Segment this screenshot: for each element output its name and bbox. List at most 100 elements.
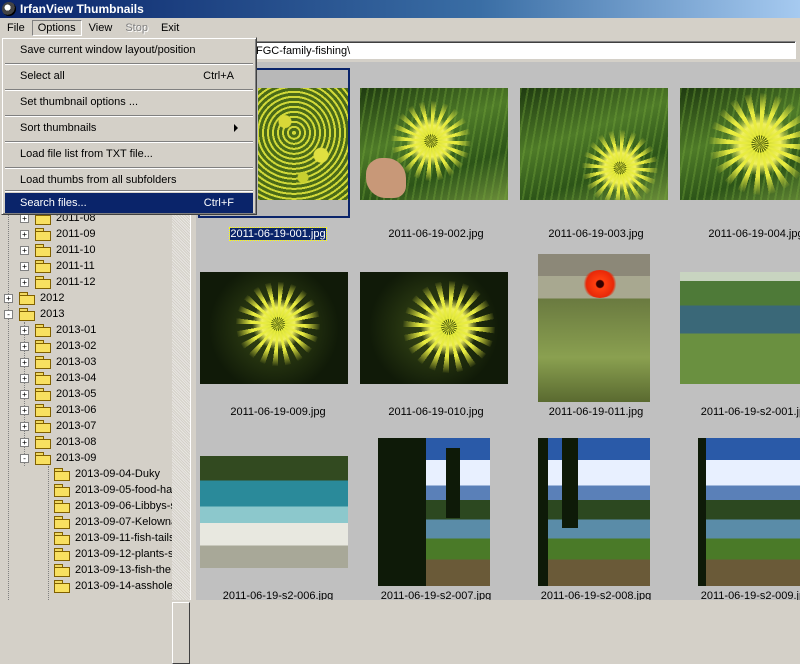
path-field[interactable]: FGC-family-fishing\ <box>230 41 796 59</box>
expand-icon[interactable]: + <box>20 373 29 383</box>
expand-icon[interactable]: + <box>20 421 29 431</box>
expand-icon[interactable]: + <box>20 325 29 335</box>
thumbnail-image[interactable] <box>200 456 348 568</box>
thumbnail-grid[interactable]: 2011-06-19-001.jpg 2011-06-19-002.jpg 20… <box>196 62 800 600</box>
menu-item-thumbnail-options[interactable]: Set thumbnail options ... <box>5 92 253 112</box>
thumbnail-item[interactable]: 2011-06-19-s2-008.jpg <box>518 438 674 600</box>
title-bar[interactable]: IrfanView Thumbnails <box>0 0 800 18</box>
tree-item[interactable]: 2013-09-07-Kelowna <box>46 514 172 530</box>
tree-item[interactable]: +2013-06 <box>20 402 97 418</box>
tree-item-label: 2013-09-11-fish-tails <box>75 532 172 544</box>
tree-item-label: 2013-07 <box>56 420 97 432</box>
tree-item-label: 2013-09 <box>56 452 97 464</box>
menu-item-select-all[interactable]: Select all Ctrl+A <box>5 66 253 86</box>
tree-item-label: 2013-09-06-Libbys-s <box>75 500 172 512</box>
folder-icon <box>35 420 51 433</box>
tree-item[interactable]: +2013-01 <box>20 322 97 338</box>
tree-item-label: 2011-10 <box>56 244 96 256</box>
expand-icon[interactable]: + <box>20 405 29 415</box>
menu-stop[interactable]: Stop <box>119 20 154 36</box>
irfanview-app-icon[interactable] <box>2 2 16 16</box>
thumbnail-image[interactable] <box>698 438 800 586</box>
tree-item-label: 2013-06 <box>56 404 97 416</box>
folder-icon <box>35 436 51 449</box>
thumbnail-image[interactable] <box>538 254 650 402</box>
thumbnail-item[interactable]: 2011-06-19-002.jpg <box>358 70 514 248</box>
tree-item[interactable]: - 2013 <box>4 306 65 322</box>
thumbnail-image[interactable] <box>200 272 348 384</box>
tree-item[interactable]: +2013-07 <box>20 418 97 434</box>
thumbnail-image[interactable] <box>680 88 800 200</box>
folder-icon <box>35 260 51 273</box>
tree-item[interactable]: 2013-09-12-plants-s <box>46 546 172 562</box>
menu-options[interactable]: Options <box>31 19 82 36</box>
expand-icon[interactable]: + <box>20 261 29 271</box>
menu-file[interactable]: File <box>1 20 31 36</box>
tree-item[interactable]: 2013-09-05-food-ha <box>46 482 172 498</box>
menu-exit[interactable]: Exit <box>155 20 185 36</box>
tree-item[interactable]: +2013-05 <box>20 386 97 402</box>
folder-icon <box>54 468 70 481</box>
expand-icon[interactable]: + <box>20 389 29 399</box>
folder-icon <box>54 516 70 529</box>
thumbnail-image[interactable] <box>360 88 508 200</box>
thumbnail-image[interactable] <box>258 88 348 200</box>
thumbnail-image[interactable] <box>520 88 668 200</box>
folder-icon <box>54 532 70 545</box>
tree-item[interactable]: +2011-11 <box>20 258 96 274</box>
folder-icon <box>35 228 51 241</box>
thumbnail-item[interactable]: 2011-06-19-004.jpg <box>678 70 800 248</box>
tree-item[interactable]: +2011-09 <box>20 226 97 242</box>
thumbnail-image[interactable] <box>378 438 490 586</box>
tree-item-label: 2013-05 <box>56 388 97 400</box>
menu-item-load-subfolders[interactable]: Load thumbs from all subfolders <box>5 170 253 190</box>
tree-item[interactable]: 2013-09-13-fish-the <box>46 562 172 578</box>
menu-item-sort-thumbnails[interactable]: Sort thumbnails <box>5 118 253 138</box>
thumbnail-item[interactable]: 2011-06-19-s2-006.jpg <box>200 438 356 600</box>
expand-icon[interactable]: + <box>20 277 29 287</box>
thumbnail-item[interactable]: 2011-06-19-009.jpg <box>200 254 356 432</box>
tree-item[interactable]: +2012 <box>4 290 65 306</box>
tree-item-label: 2011-11 <box>56 260 95 272</box>
scrollbar-thumb[interactable] <box>172 602 190 664</box>
tree-item-label: 2013-09-04-Duky <box>75 468 160 480</box>
tree-item[interactable]: 2013-09-04-Duky <box>46 466 161 482</box>
menu-item-search-files[interactable]: Search files... Ctrl+F <box>5 193 253 213</box>
thumbnail-item[interactable]: 2011-06-19-s2-001.jpg <box>678 254 800 432</box>
tree-item[interactable]: 2013-09-11-fish-tails <box>46 530 172 546</box>
tree-item[interactable]: - 2013-09 <box>20 450 97 466</box>
tree-item[interactable]: +2013-02 <box>20 338 97 354</box>
thumbnail-image[interactable] <box>680 272 800 384</box>
tree-item[interactable]: 2013-09-14-asshole- <box>46 578 172 594</box>
thumbnail-item[interactable]: 2011-06-19-s2-007.jpg <box>358 438 514 600</box>
thumbnail-item[interactable]: 2011-06-19-010.jpg <box>358 254 514 432</box>
tree-item[interactable]: +2011-10 <box>20 242 97 258</box>
expand-icon[interactable]: + <box>20 229 29 239</box>
tree-item[interactable]: +2013-08 <box>20 434 97 450</box>
folder-icon <box>35 356 51 369</box>
menu-view[interactable]: View <box>83 20 119 36</box>
thumbnail-image[interactable] <box>538 438 650 586</box>
thumbnail-item[interactable]: 2011-06-19-011.jpg <box>518 254 674 432</box>
expand-icon[interactable]: + <box>20 341 29 351</box>
expand-icon[interactable]: + <box>4 293 13 303</box>
expand-icon[interactable]: + <box>20 357 29 367</box>
thumbnail-item[interactable]: 2011-06-19-s2-009.jpg <box>678 438 800 600</box>
tree-item[interactable]: +2013-04 <box>20 370 97 386</box>
thumbnail-caption: 2011-06-19-s2-007.jpg <box>380 590 492 600</box>
collapse-icon[interactable]: - <box>4 309 13 319</box>
submenu-arrow-icon <box>234 124 238 132</box>
thumbnail-caption: 2011-06-19-010.jpg <box>388 406 484 418</box>
tree-item-label: 2011-09 <box>56 228 96 240</box>
tree-item[interactable]: 2013-09-06-Libbys-s <box>46 498 172 514</box>
thumbnail-caption: 2011-06-19-s2-008.jpg <box>540 590 652 600</box>
thumbnail-item[interactable]: 2011-06-19-003.jpg <box>518 70 674 248</box>
tree-item[interactable]: +2013-03 <box>20 354 97 370</box>
menu-item-load-file-list[interactable]: Load file list from TXT file... <box>5 144 253 164</box>
expand-icon[interactable]: + <box>20 437 29 447</box>
collapse-icon[interactable]: - <box>20 453 29 463</box>
tree-item[interactable]: +2011-12 <box>20 274 97 290</box>
expand-icon[interactable]: + <box>20 245 29 255</box>
thumbnail-image[interactable] <box>360 272 508 384</box>
menu-item-save-layout[interactable]: Save current window layout/position <box>5 40 253 60</box>
